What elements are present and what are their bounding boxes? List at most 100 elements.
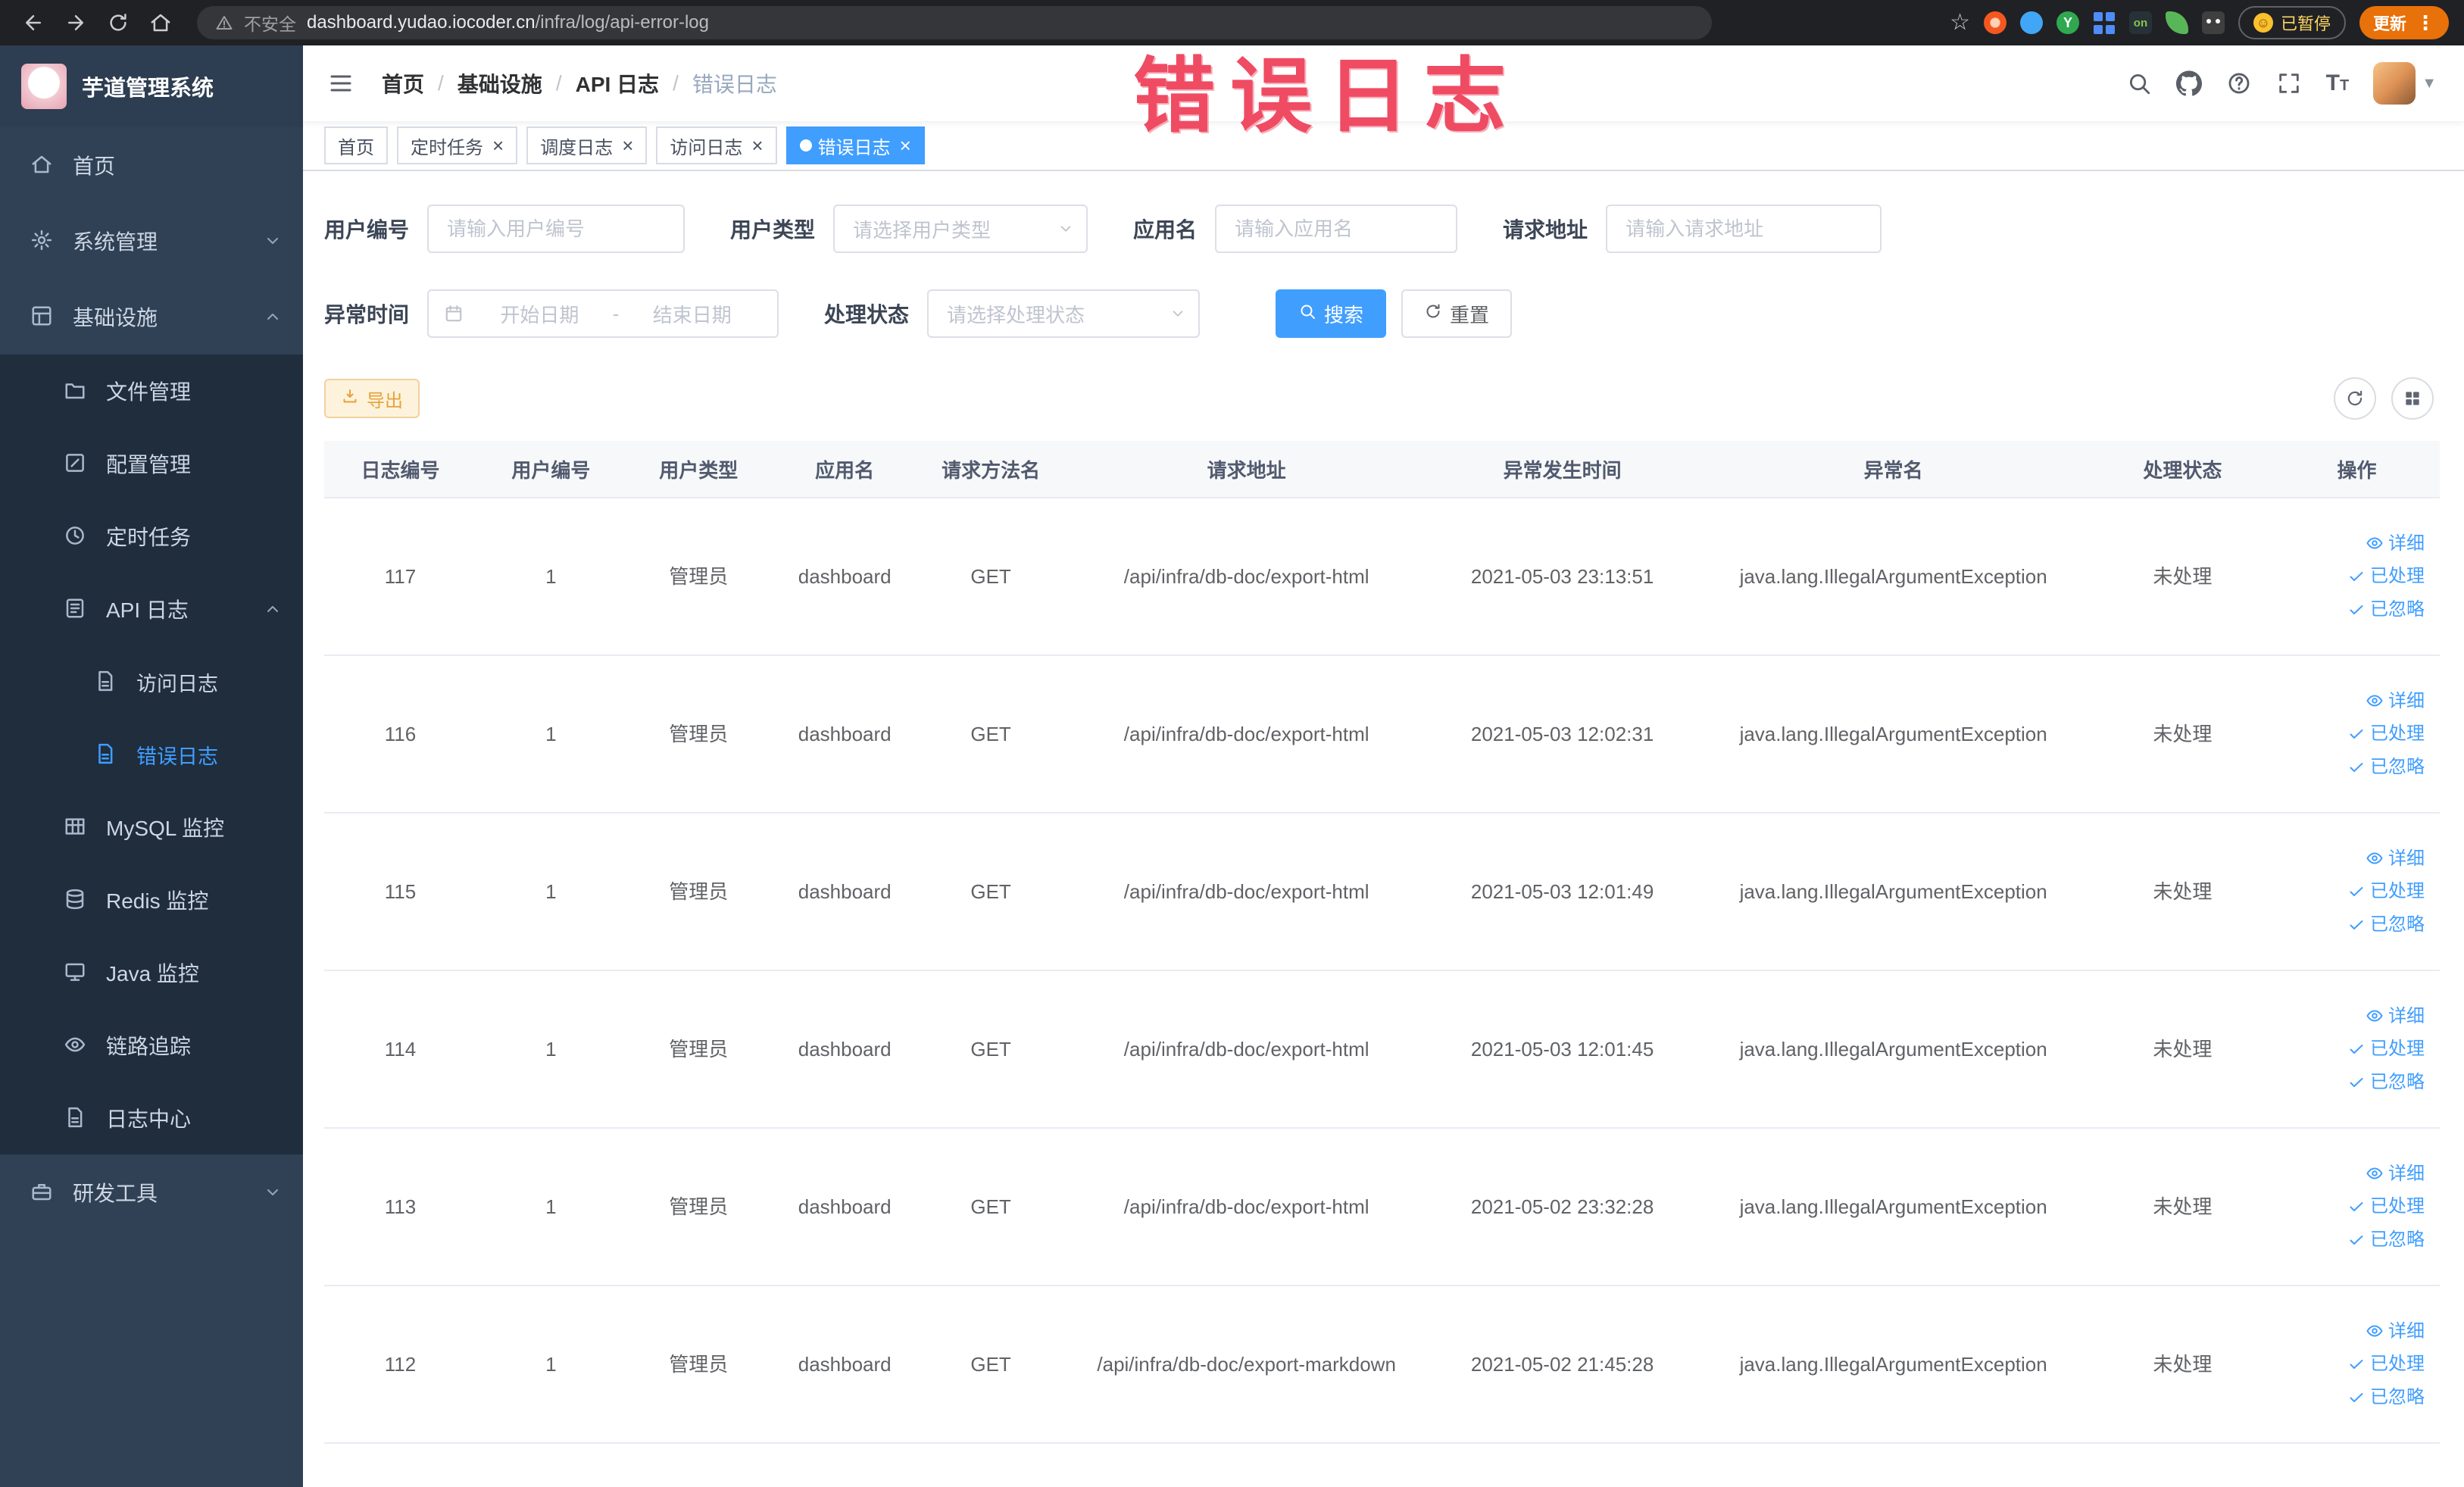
sidebar-item[interactable]: 定时任务: [0, 500, 303, 573]
browser-home-icon[interactable]: [142, 5, 179, 41]
date-range-picker[interactable]: 开始日期 - 结束日期: [427, 289, 779, 338]
table-row[interactable]: 116 1 管理员 dashboard GET/api/infra/db-doc/exp…: [324, 656, 2440, 814]
action-ignored[interactable]: 已忽略: [2347, 1227, 2425, 1253]
action-detail[interactable]: 详细: [2366, 846, 2425, 872]
sidebar-item[interactable]: 文件管理: [0, 355, 303, 427]
action-processed[interactable]: 已处理: [2347, 564, 2425, 589]
sidebar-item[interactable]: 访问日志: [0, 645, 303, 718]
action-detail[interactable]: 详细: [2366, 531, 2425, 557]
extension-grid-icon[interactable]: [2093, 11, 2116, 34]
table-row[interactable]: 113 1 管理员 dashboard GET/api/infra/db-doc/exp…: [324, 1129, 2440, 1286]
close-icon[interactable]: ×: [751, 136, 763, 155]
cell-status: 未处理: [2153, 1037, 2213, 1061]
action-ignored[interactable]: 已忽略: [2347, 754, 2425, 780]
reload-icon[interactable]: [100, 5, 136, 41]
sidebar: 芋道管理系统 首页 系统管理 基础设施 文件管理 配置管理 定时任务 API 日志 访问日志错…: [0, 45, 303, 1487]
hamburger-icon[interactable]: [324, 67, 358, 100]
action-detail[interactable]: 详细: [2366, 1161, 2425, 1187]
cell-method: GET: [970, 564, 1011, 588]
extension-blue-drop-icon[interactable]: [2019, 11, 2043, 34]
app-logo[interactable]: 芋道管理系统: [0, 45, 303, 127]
search-button[interactable]: 搜索: [1276, 289, 1387, 338]
app-name-input[interactable]: [1215, 205, 1458, 253]
table-row[interactable]: 112 1 管理员 dashboard GET/api/infra/db-doc/exp…: [324, 1286, 2440, 1444]
sidebar-item[interactable]: MySQL 监控: [0, 791, 303, 864]
help-icon[interactable]: [2226, 70, 2252, 96]
forward-icon[interactable]: [58, 5, 94, 41]
reset-button[interactable]: 重置: [1401, 289, 1513, 338]
close-icon[interactable]: ×: [622, 136, 633, 155]
sidebar-item[interactable]: 链路追踪: [0, 1009, 303, 1082]
breadcrumb-item[interactable]: 基础设施: [458, 68, 542, 98]
sidebar-item[interactable]: 首页: [0, 127, 303, 203]
action-processed[interactable]: 已处理: [2347, 879, 2425, 904]
action-ignored[interactable]: 已忽略: [2347, 1070, 2425, 1095]
sidebar-item[interactable]: 系统管理: [0, 203, 303, 279]
close-icon[interactable]: ×: [492, 136, 504, 155]
edit-icon: [64, 451, 88, 476]
table-row[interactable]: 117 1 管理员 dashboard GET/api/infra/db-doc/exp…: [324, 498, 2440, 656]
sidebar-item[interactable]: Redis 监控: [0, 864, 303, 936]
action-processed[interactable]: 已处理: [2347, 721, 2425, 747]
back-icon[interactable]: [15, 5, 52, 41]
extension-tampermonkey-icon[interactable]: [2201, 11, 2225, 34]
sidebar-item-label: 错误日志: [136, 745, 218, 768]
breadcrumb-item[interactable]: API 日志: [576, 68, 659, 98]
cell-method: GET: [970, 722, 1011, 745]
user-menu[interactable]: ▼: [2373, 62, 2437, 105]
cell-log-id: 113: [384, 1195, 417, 1218]
breadcrumb-item[interactable]: 首页: [382, 68, 424, 98]
cell-log-id: 112: [384, 1352, 417, 1376]
sidebar-item[interactable]: 研发工具: [0, 1154, 303, 1230]
filter-user-id: 用户编号: [324, 205, 685, 253]
github-icon[interactable]: [2175, 70, 2202, 96]
profile-paused-chip[interactable]: ☺ 已暂停: [2238, 6, 2346, 39]
tab-item[interactable]: 访问日志 ×: [656, 127, 777, 164]
extension-green-y-icon[interactable]: Y: [2056, 11, 2079, 34]
action-ignored[interactable]: 已忽略: [2347, 1385, 2425, 1410]
tab-item[interactable]: 首页: [324, 127, 388, 164]
browser-update-button[interactable]: 更新 ⋮: [2359, 6, 2449, 39]
action-processed[interactable]: 已处理: [2347, 1194, 2425, 1220]
sidebar-item[interactable]: 配置管理: [0, 427, 303, 500]
user-type-select[interactable]: 请选择用户类型: [833, 205, 1088, 253]
tab-item[interactable]: 调度日志 ×: [526, 127, 648, 164]
extension-orange-icon[interactable]: [1983, 11, 2006, 34]
extension-on-badge-icon[interactable]: on: [2128, 11, 2152, 34]
sidebar-item[interactable]: 基础设施: [0, 279, 303, 355]
sidebar-item[interactable]: 错误日志: [0, 718, 303, 791]
tab-item[interactable]: 定时任务 ×: [397, 127, 518, 164]
action-processed[interactable]: 已处理: [2347, 1036, 2425, 1062]
action-detail[interactable]: 详细: [2366, 689, 2425, 714]
filter-process-status: 处理状态 请选择处理状态: [824, 289, 1201, 338]
sidebar-item[interactable]: API 日志: [0, 573, 303, 645]
action-processed[interactable]: 已处理: [2347, 1351, 2425, 1377]
column-settings-button[interactable]: [2391, 377, 2434, 420]
action-ignored[interactable]: 已忽略: [2347, 597, 2425, 623]
action-detail[interactable]: 详细: [2366, 1319, 2425, 1345]
sidebar-item[interactable]: 日志中心: [0, 1082, 303, 1154]
search-icon[interactable]: [2126, 70, 2152, 96]
table-row[interactable]: 114 1 管理员 dashboard GET/api/infra/db-doc/exp…: [324, 971, 2440, 1129]
smiley-avatar-icon: ☺: [2253, 13, 2273, 33]
tableic-icon: [64, 815, 88, 839]
cell-user-id: 1: [545, 722, 557, 745]
user-id-input[interactable]: [427, 205, 685, 253]
process-status-select[interactable]: 请选择处理状态: [927, 289, 1201, 338]
action-detail[interactable]: 详细: [2366, 1004, 2425, 1029]
action-label: 已忽略: [2369, 1386, 2425, 1407]
bookmark-star-icon[interactable]: ☆: [1950, 11, 1970, 34]
refresh-button[interactable]: [2334, 377, 2376, 420]
export-button[interactable]: 导出: [324, 379, 420, 418]
fullscreen-icon[interactable]: [2276, 70, 2302, 96]
column-header: 应用名: [815, 458, 875, 482]
request-url-input[interactable]: [1606, 205, 1882, 253]
extension-leaf-icon[interactable]: [2165, 11, 2188, 34]
cell-method: GET: [970, 1195, 1011, 1218]
close-icon[interactable]: ×: [900, 136, 911, 155]
action-ignored[interactable]: 已忽略: [2347, 912, 2425, 938]
tab-active[interactable]: 错误日志 ×: [785, 127, 925, 164]
font-size-icon[interactable]: TT: [2326, 70, 2350, 96]
table-row[interactable]: 115 1 管理员 dashboard GET/api/infra/db-doc/exp…: [324, 814, 2440, 971]
sidebar-item[interactable]: Java 监控: [0, 936, 303, 1009]
